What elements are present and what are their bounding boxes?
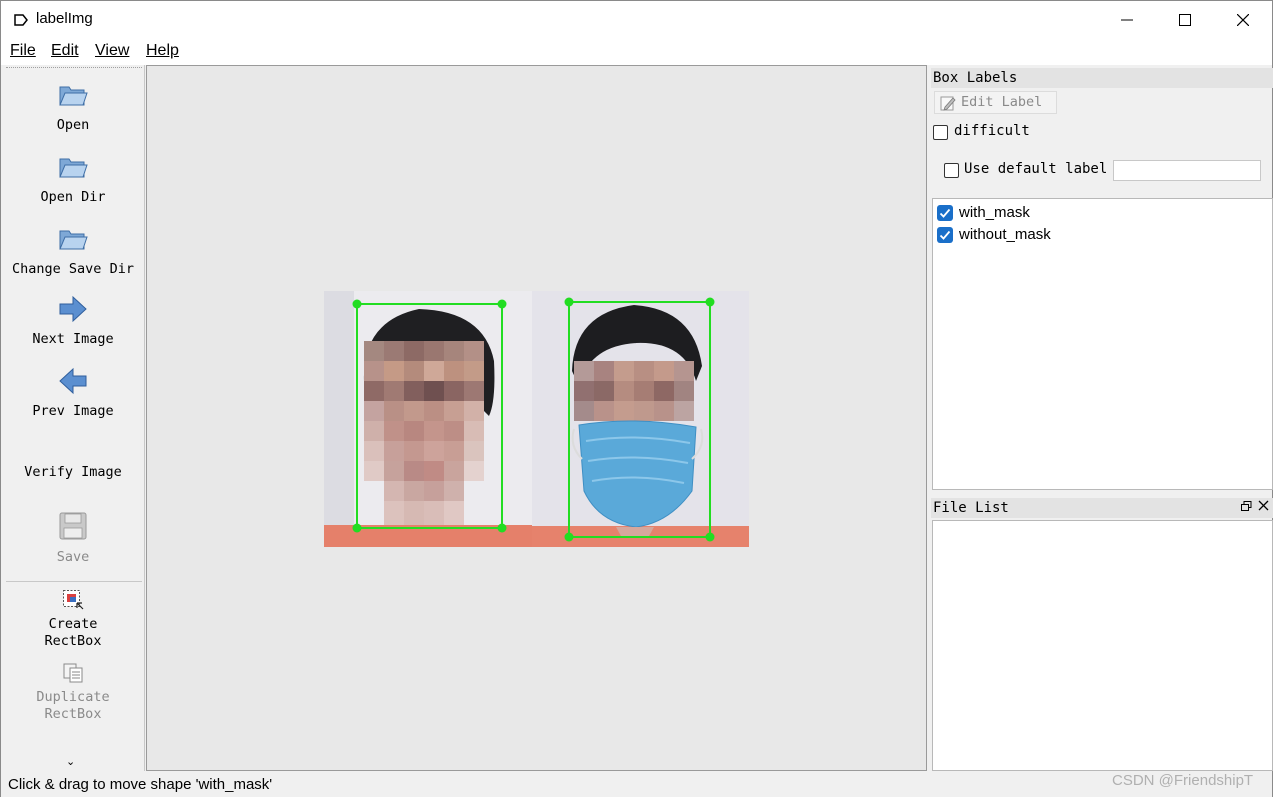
verify-image-button[interactable]: Verify Image — [2, 464, 144, 481]
dock-close-icon[interactable] — [1258, 500, 1269, 511]
change-save-dir-button[interactable]: Change Save Dir — [2, 223, 144, 278]
file-list-dock-title: File List — [931, 498, 1273, 518]
checkmark-icon — [939, 208, 951, 218]
right-face-pixels — [574, 361, 694, 421]
next-image-label: Next Image — [32, 331, 114, 347]
open-dir-button[interactable]: Open Dir — [2, 151, 144, 206]
image-canvas[interactable] — [146, 65, 927, 771]
open-button[interactable]: Open — [2, 79, 144, 134]
toolbar-grip[interactable] — [6, 67, 142, 69]
open-dir-label: Open Dir — [40, 189, 106, 205]
maximize-icon — [1179, 14, 1191, 26]
dock-float-icon[interactable] — [1241, 501, 1252, 512]
arrow-right-icon — [59, 295, 87, 323]
label-tag-icon — [14, 14, 28, 26]
label-checkbox[interactable] — [937, 227, 953, 243]
duplicate-rectbox-button[interactable]: Duplicate RectBox — [2, 662, 144, 723]
menu-view[interactable]: View — [95, 42, 129, 60]
floppy-disk-icon — [59, 512, 87, 540]
maximize-button[interactable] — [1156, 1, 1214, 39]
label-text: with_mask — [959, 204, 1030, 221]
save-label: Save — [56, 549, 90, 565]
create-rectbox-icon — [63, 590, 84, 610]
duplicate-icon — [63, 663, 83, 683]
verify-image-label: Verify Image — [24, 464, 122, 480]
label-checkbox[interactable] — [937, 205, 953, 221]
edit-label-text: Edit Label — [961, 94, 1043, 110]
use-default-label-label: Use default label — [964, 161, 1108, 177]
difficult-label: difficult — [954, 123, 1030, 139]
default-label-input[interactable] — [1113, 160, 1261, 181]
use-default-label-checkbox[interactable] — [944, 163, 959, 178]
tool-bar: Open Open Dir Change Save Dir Next Image — [2, 65, 145, 771]
checkmark-icon — [939, 230, 951, 240]
change-save-dir-label: Change Save Dir — [12, 261, 134, 277]
arrow-left-icon — [59, 367, 87, 395]
create-rectbox-button[interactable]: Create RectBox — [2, 589, 144, 650]
minimize-button[interactable] — [1098, 1, 1156, 39]
folder-open-icon — [59, 158, 88, 178]
prev-image-label: Prev Image — [32, 403, 114, 419]
window-title: labelImg — [36, 10, 93, 27]
label-list[interactable]: with_mask without_mask — [932, 198, 1273, 490]
file-list[interactable] — [932, 520, 1273, 771]
close-icon — [1237, 14, 1249, 26]
app-window: labelImg File Edit View Help Open Open D… — [0, 0, 1273, 797]
edit-label-button[interactable]: Edit Label — [934, 91, 1057, 114]
folder-open-icon — [59, 86, 88, 106]
create-rectbox-label-2: RectBox — [44, 633, 102, 649]
label-text: without_mask — [959, 226, 1051, 243]
menu-file[interactable]: File — [10, 42, 36, 60]
annotated-image[interactable] — [324, 291, 749, 547]
duplicate-rectbox-label-1: Duplicate — [36, 689, 110, 705]
title-bar: labelImg — [1, 1, 1272, 39]
toolbar-extension-icon[interactable]: ⌄ — [66, 755, 75, 768]
watermark: CSDN @FriendshipT — [1112, 772, 1254, 789]
status-text: Click & drag to move shape 'with_mask' — [8, 776, 273, 793]
box-labels-dock-title: Box Labels — [931, 68, 1273, 88]
create-rectbox-label-1: Create — [48, 616, 98, 632]
status-bar: Click & drag to move shape 'with_mask' — [1, 772, 1272, 797]
menu-bar: File Edit View Help — [1, 39, 1272, 65]
folder-open-icon — [59, 230, 88, 250]
minimize-icon — [1121, 19, 1133, 21]
toolbar-separator — [6, 581, 142, 582]
edit-pencil-icon — [940, 96, 956, 111]
prev-image-button[interactable]: Prev Image — [2, 367, 144, 420]
next-image-button[interactable]: Next Image — [2, 295, 144, 348]
save-button[interactable]: Save — [2, 511, 144, 566]
close-button[interactable] — [1214, 1, 1272, 39]
menu-edit[interactable]: Edit — [51, 42, 79, 60]
duplicate-rectbox-label-2: RectBox — [44, 706, 102, 722]
open-label: Open — [56, 117, 90, 133]
menu-help[interactable]: Help — [146, 42, 179, 60]
difficult-checkbox[interactable] — [933, 125, 948, 140]
